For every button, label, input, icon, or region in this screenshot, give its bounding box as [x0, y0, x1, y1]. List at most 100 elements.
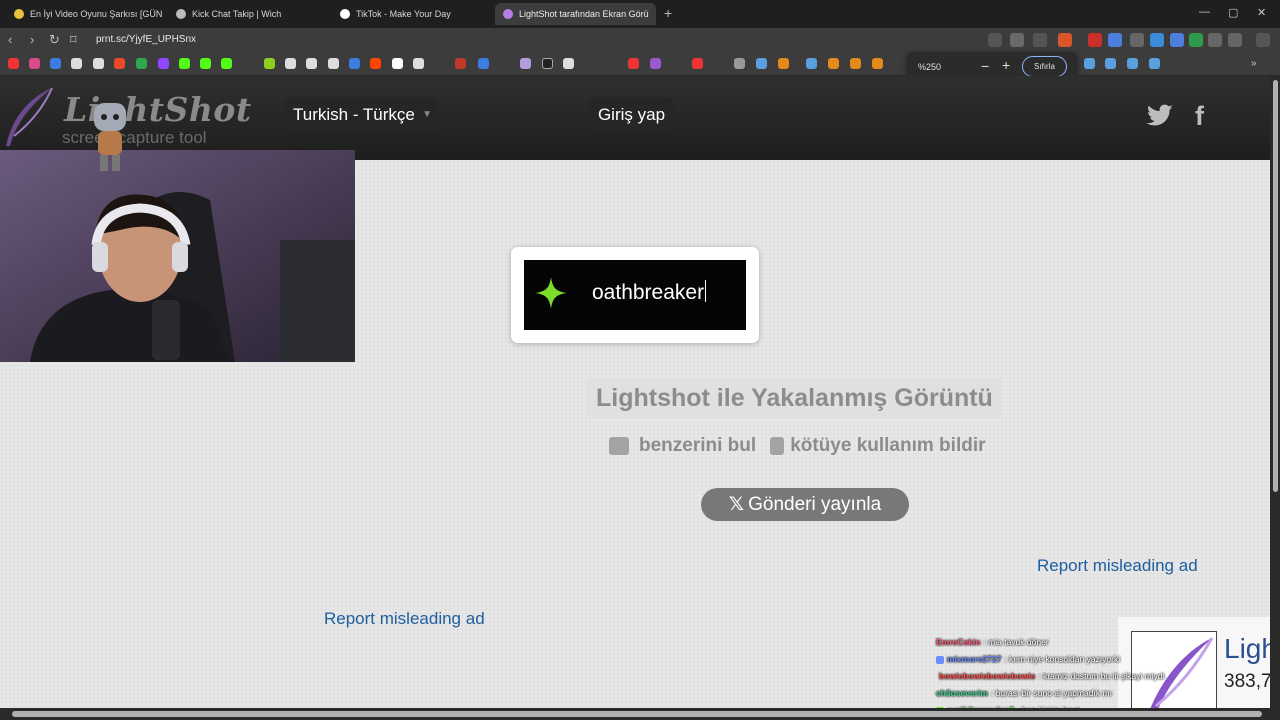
- chat-username: bowiebowiebowiebowie: [939, 671, 1036, 681]
- tab-tiktok[interactable]: TikTok - Make Your Day: [332, 3, 492, 25]
- ad-banner[interactable]: Ligh 383,7: [1118, 617, 1270, 708]
- bookmark-icon[interactable]: [650, 58, 661, 69]
- share-on-x-button[interactable]: 𝕏 Gönderi yayınla: [701, 488, 909, 521]
- tab-favicon-icon: [14, 9, 24, 19]
- bookmark-icon[interactable]: [850, 58, 861, 69]
- extension-icon[interactable]: [1088, 33, 1102, 47]
- url-field[interactable]: prnt.sc/YjyfE_UPHSnx: [96, 32, 196, 48]
- bookmark-icon[interactable]: [628, 58, 639, 69]
- bookmark-icon[interactable]: [285, 58, 296, 69]
- zoom-icon[interactable]: [1010, 33, 1024, 47]
- ad-title: Ligh: [1224, 633, 1270, 664]
- bookmark-icon[interactable]: [563, 58, 574, 69]
- steam-bookmark-icon[interactable]: [1084, 58, 1095, 69]
- scrollbar-thumb[interactable]: [12, 711, 1262, 717]
- extension-icon[interactable]: [1150, 33, 1164, 47]
- screenshot-frame: oathbreaker: [511, 247, 759, 343]
- close-tab-icon[interactable]: ✕: [655, 8, 656, 21]
- twitch-bookmark-icon[interactable]: [158, 58, 169, 69]
- bookmark-icon[interactable]: [520, 58, 531, 69]
- kick-bookmark-icon[interactable]: [200, 58, 211, 69]
- bookmark-icon[interactable]: [50, 58, 61, 69]
- bookmark-icon[interactable]: [71, 58, 82, 69]
- twitter-icon[interactable]: [1146, 104, 1174, 128]
- tab-title: En İyi Video Oyunu Şarkısı [GÜNCELL: [30, 9, 162, 19]
- report-ad-link[interactable]: Report misleading ad: [324, 609, 485, 629]
- steam-bookmark-icon[interactable]: [806, 58, 817, 69]
- back-icon[interactable]: ‹: [8, 32, 12, 48]
- screenshot-text: oathbreaker: [592, 280, 707, 304]
- horizontal-scrollbar[interactable]: [0, 708, 1270, 720]
- kick-bookmark-icon[interactable]: [179, 58, 190, 69]
- extension-icon[interactable]: [1108, 33, 1122, 47]
- x-bookmark-icon[interactable]: [328, 58, 339, 69]
- menu-icon[interactable]: [1256, 33, 1270, 47]
- language-select[interactable]: Turkish - Türkçe ▼: [285, 97, 438, 133]
- tab-title: LightShot tarafından Ekran Görü: [519, 9, 649, 19]
- share-icon[interactable]: [1033, 33, 1047, 47]
- share-label: Gönderi yayınla: [748, 494, 882, 515]
- report-ad-link[interactable]: Report misleading ad: [1037, 556, 1198, 576]
- language-label: Turkish - Türkçe: [293, 105, 415, 124]
- facebook-icon[interactable]: f: [1195, 101, 1204, 132]
- steam-bookmark-icon[interactable]: [1127, 58, 1138, 69]
- bookmark-icon[interactable]: [692, 58, 703, 69]
- drive-bookmark-icon[interactable]: [136, 58, 147, 69]
- bookmark-icon[interactable]: [478, 58, 489, 69]
- extension-icon[interactable]: [1170, 33, 1184, 47]
- chat-message: EmreCekin : mia tavuk döner: [936, 634, 1136, 651]
- bookmark-icon[interactable]: [264, 58, 275, 69]
- instagram-bookmark-icon[interactable]: [29, 58, 40, 69]
- cast-icon[interactable]: [988, 33, 1002, 47]
- bookmark-icon[interactable]: [306, 58, 317, 69]
- bookmark-icon[interactable]: [455, 58, 466, 69]
- bookmark-icon[interactable]: [392, 58, 403, 69]
- new-tab-button[interactable]: +: [664, 5, 672, 21]
- login-button[interactable]: Giriş yap: [589, 97, 674, 133]
- brave-shield-icon[interactable]: [1058, 33, 1072, 47]
- tab-title: Kick Chat Takip | Wich: [192, 9, 282, 19]
- steam-bookmark-icon[interactable]: [756, 58, 767, 69]
- tab-kick-chat[interactable]: Kick Chat Takip | Wich: [168, 3, 328, 25]
- minimize-button[interactable]: —: [1199, 6, 1210, 18]
- reload-icon[interactable]: ↻: [49, 32, 60, 48]
- maximize-button[interactable]: ▢: [1228, 6, 1238, 19]
- find-similar-link[interactable]: benzerini bul: [639, 435, 756, 457]
- vertical-scrollbar[interactable]: [1270, 76, 1280, 720]
- chat-message: mixmore2727 : kem niye konsoldan yazıyor…: [936, 651, 1136, 668]
- reddit-bookmark-icon[interactable]: [370, 58, 381, 69]
- bookmark-icon[interactable]: [872, 58, 883, 69]
- steam-bookmark-icon[interactable]: [1149, 58, 1160, 69]
- amazon-bookmark-icon[interactable]: [413, 58, 424, 69]
- more-bookmarks-icon[interactable]: »: [1251, 58, 1262, 69]
- extensions-puzzle-icon[interactable]: [1208, 33, 1222, 47]
- zoom-out-button[interactable]: −: [981, 58, 989, 74]
- gmail-bookmark-icon[interactable]: [114, 58, 125, 69]
- bookmark-icon[interactable]: [778, 58, 789, 69]
- bookmark-icon[interactable]: [828, 58, 839, 69]
- sidebar-icon[interactable]: [1228, 33, 1242, 47]
- bookmark-icon[interactable]: ⌑: [70, 32, 77, 48]
- extension-icon[interactable]: [1130, 33, 1144, 47]
- report-abuse-link[interactable]: kötüye kullanım bildir: [790, 435, 985, 457]
- extension-icon[interactable]: [1189, 33, 1203, 47]
- steam-bookmark-icon[interactable]: [1105, 58, 1116, 69]
- mascot-sticker: [94, 103, 126, 171]
- screenshot-image[interactable]: oathbreaker: [524, 260, 746, 330]
- bookmark-icon[interactable]: [93, 58, 104, 69]
- camera-icon: [609, 437, 629, 455]
- zoom-level: %250: [918, 62, 942, 72]
- scrollbar-thumb[interactable]: [1273, 80, 1278, 492]
- tab-lightshot[interactable]: LightShot tarafından Ekran Görü ✕: [495, 3, 656, 25]
- close-window-button[interactable]: ✕: [1257, 6, 1266, 19]
- forward-icon[interactable]: ›: [30, 32, 34, 48]
- bookmark-icon[interactable]: [542, 58, 553, 69]
- bookmark-icon[interactable]: [349, 58, 360, 69]
- globe-icon: [176, 9, 186, 19]
- youtube-bookmark-icon[interactable]: [8, 58, 19, 69]
- kick-bookmark-icon[interactable]: [221, 58, 232, 69]
- zoom-reset-button[interactable]: Sıfırla: [1022, 56, 1067, 77]
- tab-video-song[interactable]: En İyi Video Oyunu Şarkısı [GÜNCELL: [6, 3, 162, 25]
- folder-icon[interactable]: [734, 58, 745, 69]
- zoom-in-button[interactable]: +: [1002, 57, 1010, 73]
